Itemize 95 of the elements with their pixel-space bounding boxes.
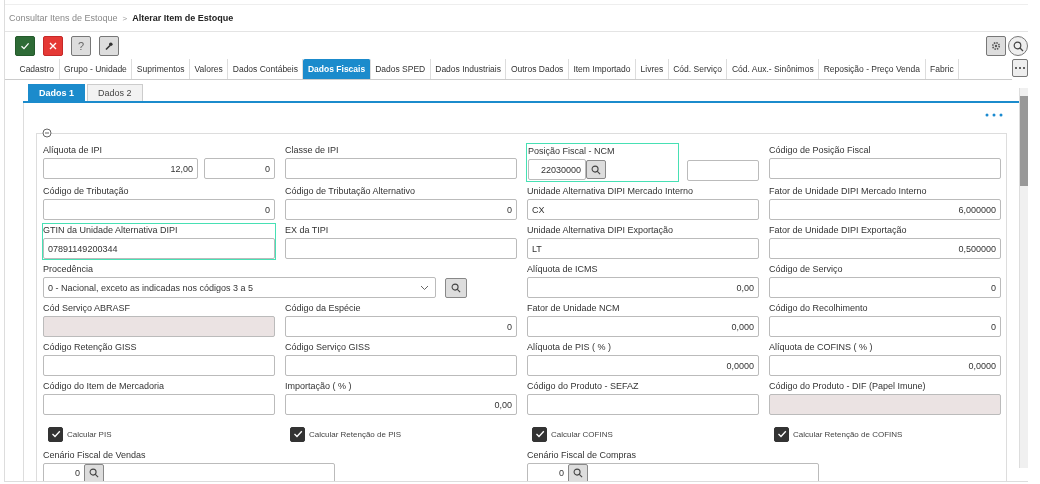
check-icon bbox=[776, 429, 787, 439]
help-button[interactable]: ? bbox=[71, 36, 91, 56]
field-label: Alíquota de ICMS bbox=[527, 263, 599, 276]
field-label: Código do Produto - DIF (Papel Imune) bbox=[769, 380, 927, 393]
settings-button[interactable] bbox=[986, 36, 1006, 56]
input-field[interactable] bbox=[285, 158, 517, 179]
field-label: Cenário Fiscal de Compras bbox=[527, 449, 638, 462]
field-label: Fator de Unidade DIPI Mercado Interno bbox=[769, 185, 928, 198]
search-icon bbox=[451, 282, 461, 293]
input-field[interactable]: 0 bbox=[43, 199, 275, 220]
field-label: Código de Tributação bbox=[43, 185, 130, 198]
input-field[interactable]: 0,00 bbox=[527, 277, 759, 298]
breadcrumb-separator: > bbox=[122, 13, 128, 23]
field-label: Unidade Alternativa DIPI Mercado Interno bbox=[527, 185, 695, 198]
field-label: Unidade Alternativa DIPI Exportação bbox=[527, 224, 675, 237]
input-field[interactable]: 0,0000 bbox=[527, 355, 759, 376]
checkbox[interactable] bbox=[290, 426, 305, 442]
wrench-icon bbox=[104, 41, 114, 51]
field-label: Código da Espécie bbox=[285, 302, 362, 315]
field-label: Código do Recolhimento bbox=[769, 302, 869, 315]
input-field[interactable] bbox=[769, 158, 1001, 179]
search-icon bbox=[591, 164, 601, 175]
input-field[interactable]: 12,00 bbox=[43, 158, 198, 179]
field-label: Fator de Unidade DIPI Exportação bbox=[769, 224, 908, 237]
chevron-down-icon bbox=[420, 284, 429, 291]
collapse-icon[interactable] bbox=[42, 128, 52, 138]
field-label: Alíquota de COFINS ( % ) bbox=[769, 341, 874, 354]
check-icon bbox=[292, 429, 303, 439]
input-field[interactable] bbox=[527, 394, 759, 415]
field-label: Importação ( % ) bbox=[285, 380, 353, 393]
input-field[interactable]: 0,500000 bbox=[769, 238, 1001, 259]
dropdown[interactable]: 0 - Nacional, exceto as indicadas nos códigos 3 a 5 bbox=[43, 277, 436, 298]
input-field[interactable] bbox=[285, 238, 517, 259]
page-title: Alterar Item de Estoque bbox=[132, 13, 234, 23]
checkbox-label: Calcular Retenção de PIS bbox=[309, 429, 402, 439]
search-button[interactable] bbox=[1008, 36, 1028, 56]
field-label: GTIN da Unidade Alternativa DIPI bbox=[43, 224, 179, 237]
input-field[interactable] bbox=[43, 355, 275, 376]
ellipsis-icon bbox=[1014, 66, 1026, 70]
breadcrumb-link[interactable]: Consultar Itens de Estoque bbox=[9, 13, 118, 23]
input-field[interactable]: 0,00 bbox=[285, 394, 517, 415]
checkbox[interactable] bbox=[774, 426, 789, 442]
input-field[interactable]: 0,000 bbox=[527, 316, 759, 337]
field-label: Código do Produto - SEFAZ bbox=[527, 380, 640, 393]
field-label: Cenário Fiscal de Vendas bbox=[43, 449, 147, 462]
cancel-button[interactable] bbox=[43, 36, 63, 56]
field-label: Classe de IPI bbox=[285, 144, 340, 157]
search-button[interactable] bbox=[586, 160, 606, 179]
input-field[interactable] bbox=[285, 355, 517, 376]
field-label: Fator de Unidade NCM bbox=[527, 302, 621, 315]
field-label: EX da TIPI bbox=[285, 224, 330, 237]
more-options-icon[interactable] bbox=[985, 113, 1003, 117]
tab[interactable]: Dados 2 bbox=[87, 84, 143, 101]
close-icon bbox=[48, 41, 58, 51]
search-icon bbox=[1012, 40, 1024, 52]
input-field[interactable]: LT bbox=[527, 238, 759, 259]
tab[interactable]: Dados 1 bbox=[28, 84, 85, 101]
tools-button[interactable] bbox=[99, 36, 119, 56]
input-field[interactable] bbox=[43, 394, 275, 415]
input-field[interactable]: 22030000 bbox=[528, 159, 586, 180]
more-tabs-button[interactable] bbox=[1012, 59, 1028, 77]
checkbox[interactable] bbox=[48, 426, 63, 442]
input-field[interactable]: 0 bbox=[204, 158, 275, 179]
scrollbar[interactable] bbox=[1019, 88, 1028, 468]
search-button[interactable] bbox=[445, 277, 467, 298]
input-field[interactable]: CX bbox=[527, 199, 759, 220]
field-label: Procedência bbox=[43, 263, 95, 276]
check-icon bbox=[20, 41, 30, 51]
field-label: Código Retenção GISS bbox=[43, 341, 138, 354]
gear-icon bbox=[991, 41, 1001, 51]
input-field[interactable]: 0 bbox=[769, 277, 1001, 298]
input-field[interactable]: 0 bbox=[285, 316, 517, 337]
tab[interactable]: Dados Fiscais bbox=[303, 59, 371, 79]
input-field[interactable]: 6,000000 bbox=[769, 199, 1001, 220]
checkbox[interactable] bbox=[532, 426, 547, 442]
field-label: Código de Serviço bbox=[769, 263, 844, 276]
field-label: Alíquota de IPI bbox=[43, 144, 104, 157]
check-icon bbox=[50, 429, 61, 439]
input-field[interactable]: 0 bbox=[769, 316, 1001, 337]
checkbox-label: Calcular Retenção de COFINS bbox=[793, 429, 903, 439]
checkbox-label: Calcular COFINS bbox=[551, 429, 613, 439]
field-label: Alíquota de PIS ( % ) bbox=[527, 341, 613, 354]
input-field[interactable]: 07891149200344 bbox=[43, 238, 275, 259]
check-icon bbox=[534, 429, 545, 439]
field-label: Código de Tributação Alternativo bbox=[285, 185, 417, 198]
save-button[interactable] bbox=[15, 36, 35, 56]
field-label: Código Serviço GISS bbox=[285, 341, 372, 354]
field-label: Cód Serviço ABRASF bbox=[43, 302, 132, 315]
field-label: Código de Posição Fiscal bbox=[769, 144, 872, 157]
field-label: Posição Fiscal - NCM bbox=[528, 145, 616, 158]
input-field[interactable]: 0 bbox=[285, 199, 517, 220]
field-label: Código do Item de Mercadoria bbox=[43, 380, 166, 393]
checkbox-label: Calcular PIS bbox=[67, 429, 112, 439]
input-field[interactable]: 0,0000 bbox=[769, 355, 1001, 376]
input-field[interactable] bbox=[687, 160, 759, 181]
